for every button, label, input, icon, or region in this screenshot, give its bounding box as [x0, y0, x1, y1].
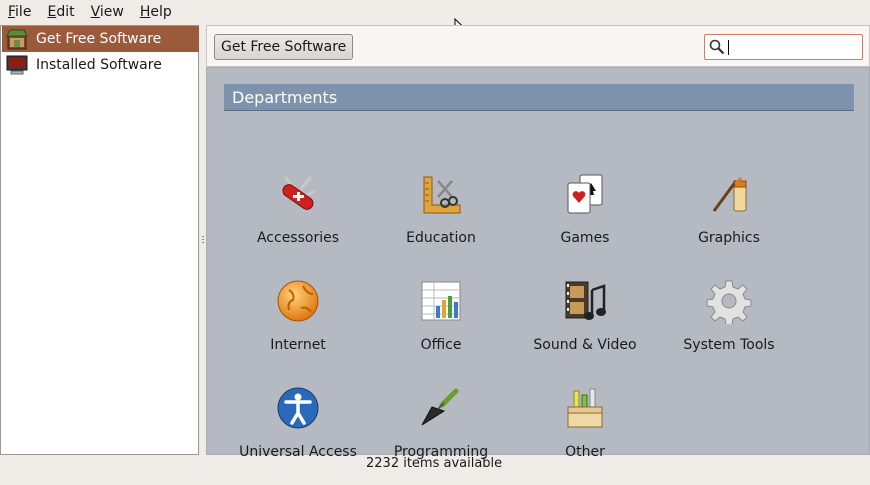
software-store-icon: [6, 29, 28, 50]
sidebar-item-installed-software[interactable]: Installed Software: [2, 52, 199, 78]
paint-brush-icon: [712, 177, 747, 212]
department-label: Education: [406, 230, 476, 246]
department-label: Games: [560, 230, 610, 246]
trowel-icon: [421, 388, 459, 426]
department-graphics[interactable]: Graphics: [657, 171, 801, 271]
department-label: Sound & Video: [533, 337, 637, 353]
search-input[interactable]: [704, 34, 863, 60]
menu-edit[interactable]: Edit: [39, 0, 82, 24]
swiss-knife-icon: [282, 176, 316, 210]
department-label: System Tools: [683, 337, 775, 353]
sidebar-item-label: Installed Software: [36, 57, 162, 73]
department-system-tools[interactable]: System Tools: [657, 278, 801, 378]
scissors-ruler-icon: [423, 176, 461, 214]
accessibility-icon: [277, 387, 319, 429]
sidebar: Get Free Software Installed Software: [0, 25, 199, 455]
department-internet[interactable]: Internet: [226, 278, 370, 378]
menu-help[interactable]: Help: [132, 0, 180, 24]
departments-header: Departments: [224, 84, 854, 111]
department-sound-video[interactable]: Sound & Video: [513, 278, 657, 378]
gear-icon: [706, 280, 752, 324]
menu-view[interactable]: View: [83, 0, 132, 24]
department-education[interactable]: Education: [369, 171, 513, 271]
department-label: Internet: [270, 337, 326, 353]
department-label: Office: [420, 337, 462, 353]
monitor-icon: [6, 55, 28, 75]
text-caret: [728, 40, 729, 55]
statusbar: 2232 items available: [0, 455, 870, 473]
items-count-status: 2232 items available: [366, 456, 503, 471]
department-label: Graphics: [698, 230, 760, 246]
menu-file[interactable]: File: [0, 0, 39, 24]
toolbar: Get Free Software: [206, 25, 870, 67]
playing-cards-icon: [567, 174, 603, 214]
sidebar-item-get-free-software[interactable]: Get Free Software: [2, 26, 199, 52]
search-icon: [709, 39, 725, 55]
department-office[interactable]: Office: [369, 278, 513, 378]
film-music-icon: [565, 281, 606, 320]
globe-icon: [277, 280, 319, 322]
sidebar-item-label: Get Free Software: [36, 31, 162, 47]
splitter-grip[interactable]: [202, 236, 204, 244]
toolbox-icon: [567, 388, 603, 428]
breadcrumb-get-free-software[interactable]: Get Free Software: [214, 34, 354, 60]
department-label: Accessories: [256, 230, 340, 246]
menubar: File Edit View Help: [0, 0, 870, 24]
main-pane: Get Free Software Departments Accessorie…: [206, 25, 870, 460]
departments-view: Departments Accessories Education Games …: [206, 67, 870, 460]
spreadsheet-icon: [421, 281, 461, 321]
department-accessories[interactable]: Accessories: [226, 171, 370, 271]
department-games[interactable]: Games: [513, 171, 657, 271]
